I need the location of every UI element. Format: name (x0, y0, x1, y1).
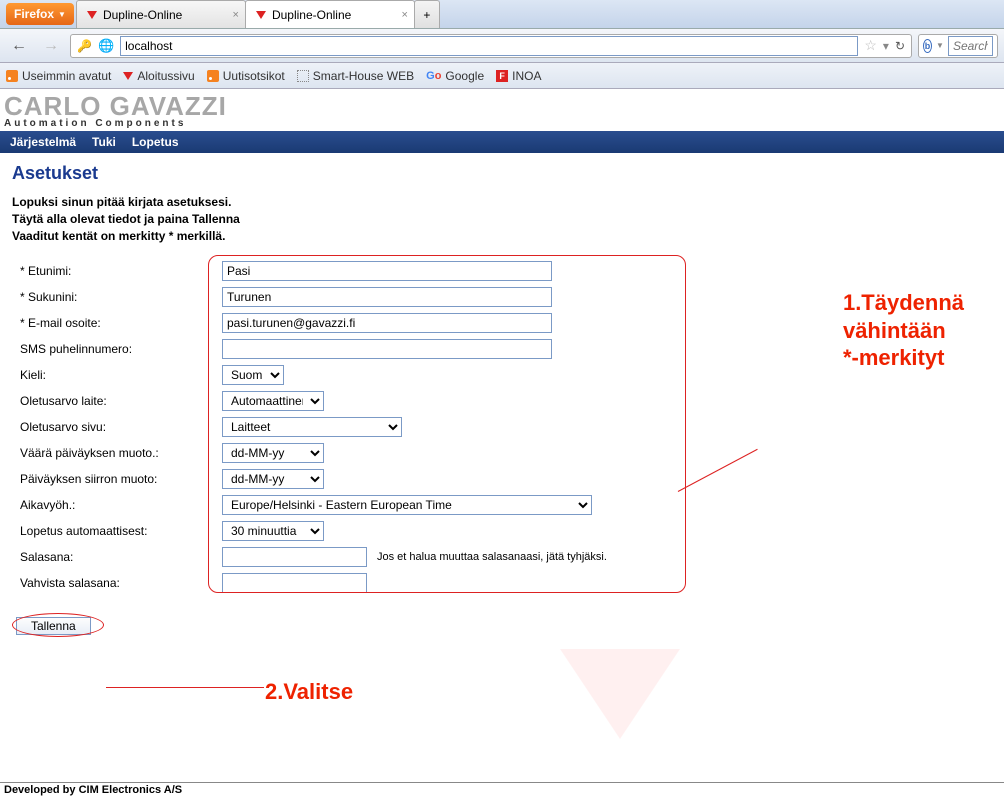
reload-icon[interactable]: ↻ (895, 39, 905, 53)
email-input[interactable] (222, 313, 552, 333)
password-hint: Jos et halua muuttaa salasanaasi, jätä t… (377, 551, 607, 563)
chevron-down-icon: ▼ (58, 10, 66, 19)
identity-icon: 🔑 (77, 39, 92, 53)
rss-icon (6, 70, 18, 82)
date-format-select[interactable]: dd-MM-yy (222, 443, 324, 463)
field-label: Lopetus automaattisest: (12, 524, 222, 538)
annotation-arrow (560, 649, 680, 739)
site-icon (256, 11, 266, 19)
field-label: Päiväyksen siirron muoto: (12, 472, 222, 486)
field-label: Väärä päiväyksen muoto.: (12, 446, 222, 460)
site-icon: F (496, 70, 508, 82)
field-label: * Etunimi: (12, 264, 222, 278)
globe-icon: 🌐 (98, 38, 114, 54)
bookmarks-toolbar: Useimmin avatut Aloitussivu Uutisotsikot… (0, 63, 1004, 89)
field-label: Oletusarvo sivu: (12, 420, 222, 434)
url-input[interactable] (120, 36, 858, 56)
browser-tab[interactable]: Dupline-Online × (245, 0, 415, 28)
footer: Developed by CIM Electronics A/S (0, 782, 1004, 797)
browser-nav-toolbar: ← → 🔑 🌐 ☆ ▾ ↻ b ▼ (0, 29, 1004, 63)
tab-title: Dupline-Online (272, 8, 351, 22)
logo-sub: Automation Components (4, 118, 1000, 129)
intro-text: Lopuksi sinun pitää kirjata asetuksesi. … (12, 194, 992, 244)
sms-input[interactable] (222, 339, 552, 359)
confirm-password-input[interactable] (222, 573, 367, 593)
password-input[interactable] (222, 547, 367, 567)
save-button[interactable]: Tallenna (16, 617, 91, 635)
annotation-text-1: 1.Täydennä vähintään *-merkityt (843, 289, 964, 372)
close-icon[interactable]: × (233, 9, 239, 21)
bookmark-item[interactable]: Smart-House WEB (297, 69, 414, 83)
rss-icon (207, 70, 219, 82)
browser-titlebar: Firefox▼ Dupline-Online × Dupline-Online… (0, 0, 1004, 29)
back-button[interactable]: ← (6, 33, 32, 59)
default-device-select[interactable]: Automaattinen (222, 391, 324, 411)
date-transfer-select[interactable]: dd-MM-yy (222, 469, 324, 489)
page-icon (297, 70, 309, 82)
new-tab-button[interactable]: + (414, 0, 440, 28)
logo-main: CARLO GAVAZZI (4, 95, 1000, 118)
bookmark-item[interactable]: GoGoogle (426, 69, 484, 83)
site-icon (87, 11, 97, 19)
field-label: * E-mail osoite: (12, 316, 222, 330)
logout-select[interactable]: 30 minuuttia (222, 521, 324, 541)
timezone-select[interactable]: Europe/Helsinki - Eastern European Time (222, 495, 592, 515)
lastname-input[interactable] (222, 287, 552, 307)
field-label: Kieli: (12, 368, 222, 382)
google-icon: Go (426, 70, 441, 82)
bookmark-item[interactable]: Useimmin avatut (6, 69, 111, 83)
field-label: SMS puhelinnumero: (12, 342, 222, 356)
bookmark-item[interactable]: FINOA (496, 69, 541, 83)
menu-item[interactable]: Lopetus (132, 135, 179, 149)
dropdown-icon[interactable]: ▼ (936, 41, 944, 50)
firstname-input[interactable] (222, 261, 552, 281)
field-label: Oletusarvo laite: (12, 394, 222, 408)
bookmark-item[interactable]: Uutisotsikot (207, 69, 285, 83)
tab-strip: Dupline-Online × Dupline-Online × + (76, 0, 440, 28)
forward-button[interactable]: → (38, 33, 64, 59)
app-menubar: Järjestelmä Tuki Lopetus (0, 131, 1004, 153)
field-label: * Sukunini: (12, 290, 222, 304)
field-label: Aikavyöh.: (12, 498, 222, 512)
site-icon (123, 72, 133, 80)
logo: CARLO GAVAZZI Automation Components (0, 89, 1004, 131)
dropdown-icon[interactable]: ▾ (883, 39, 889, 53)
menu-item[interactable]: Tuki (92, 135, 116, 149)
bookmark-item[interactable]: Aloitussivu (123, 69, 194, 83)
page-content: CARLO GAVAZZI Automation Components Järj… (0, 89, 1004, 797)
search-bar[interactable]: b ▼ (918, 34, 998, 58)
browser-tab[interactable]: Dupline-Online × (76, 0, 246, 28)
firefox-menu-button[interactable]: Firefox▼ (6, 3, 74, 25)
default-page-select[interactable]: Laitteet (222, 417, 402, 437)
search-input[interactable] (948, 36, 993, 56)
menu-item[interactable]: Järjestelmä (10, 135, 76, 149)
page-title: Asetukset (12, 163, 992, 184)
tab-title: Dupline-Online (103, 8, 182, 22)
search-engine-icon[interactable]: b (923, 39, 932, 53)
field-label: Salasana: (12, 550, 222, 564)
address-bar[interactable]: 🔑 🌐 ☆ ▾ ↻ (70, 34, 912, 58)
language-select[interactable]: Suomi (222, 365, 284, 385)
annotation-line (106, 687, 264, 688)
field-label: Vahvista salasana: (12, 576, 222, 590)
bookmark-star-icon[interactable]: ☆ (864, 37, 877, 54)
annotation-text-2: 2.Valitse (265, 679, 353, 705)
close-icon[interactable]: × (402, 9, 408, 21)
